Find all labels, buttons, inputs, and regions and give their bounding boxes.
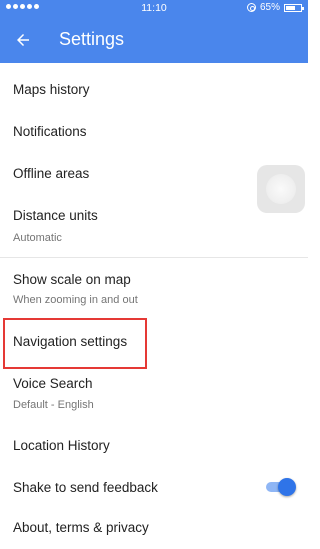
settings-item-label: Location History [13, 438, 110, 453]
arrow-back-icon[interactable] [10, 27, 36, 53]
settings-item-label: Maps history [13, 82, 90, 97]
assistive-touch-button[interactable] [257, 165, 305, 213]
settings-item-label: Shake to send feedback [13, 480, 158, 495]
settings-item-voice-search[interactable]: Voice Search Default - English [0, 369, 308, 424]
settings-item-show-scale[interactable]: Show scale on map When zooming in and ou… [0, 258, 308, 316]
page-title: Settings [59, 29, 125, 49]
settings-item-value: Default - English [13, 399, 94, 411]
app-bar: Settings [0, 17, 308, 63]
orientation-lock-icon [246, 3, 256, 12]
settings-item-value: Automatic [13, 232, 62, 244]
settings-item-label: Offline areas [13, 166, 90, 181]
status-bar: 11:10 65% [0, 0, 308, 17]
shake-feedback-toggle[interactable] [266, 478, 296, 496]
settings-item-shake-feedback[interactable]: Shake to send feedback [0, 468, 308, 506]
highlight-box [3, 318, 147, 369]
settings-item-value: When zooming in and out [13, 294, 138, 306]
toggle-thumb [278, 478, 296, 496]
settings-item-label: Show scale on map [13, 272, 131, 287]
settings-item-label: About, terms & privacy [13, 520, 149, 535]
settings-item-label: Distance units [13, 208, 98, 223]
settings-item-notifications[interactable]: Notifications [0, 116, 308, 147]
settings-item-maps-history[interactable]: Maps history [0, 63, 308, 116]
settings-item-about[interactable]: About, terms & privacy [0, 506, 308, 549]
settings-item-label: Notifications [13, 124, 87, 139]
battery-icon [284, 3, 304, 12]
assistive-touch-icon [266, 174, 296, 204]
settings-item-location-history[interactable]: Location History [0, 424, 308, 468]
settings-item-label: Voice Search [13, 376, 93, 391]
battery-percent: 65% [259, 2, 280, 13]
